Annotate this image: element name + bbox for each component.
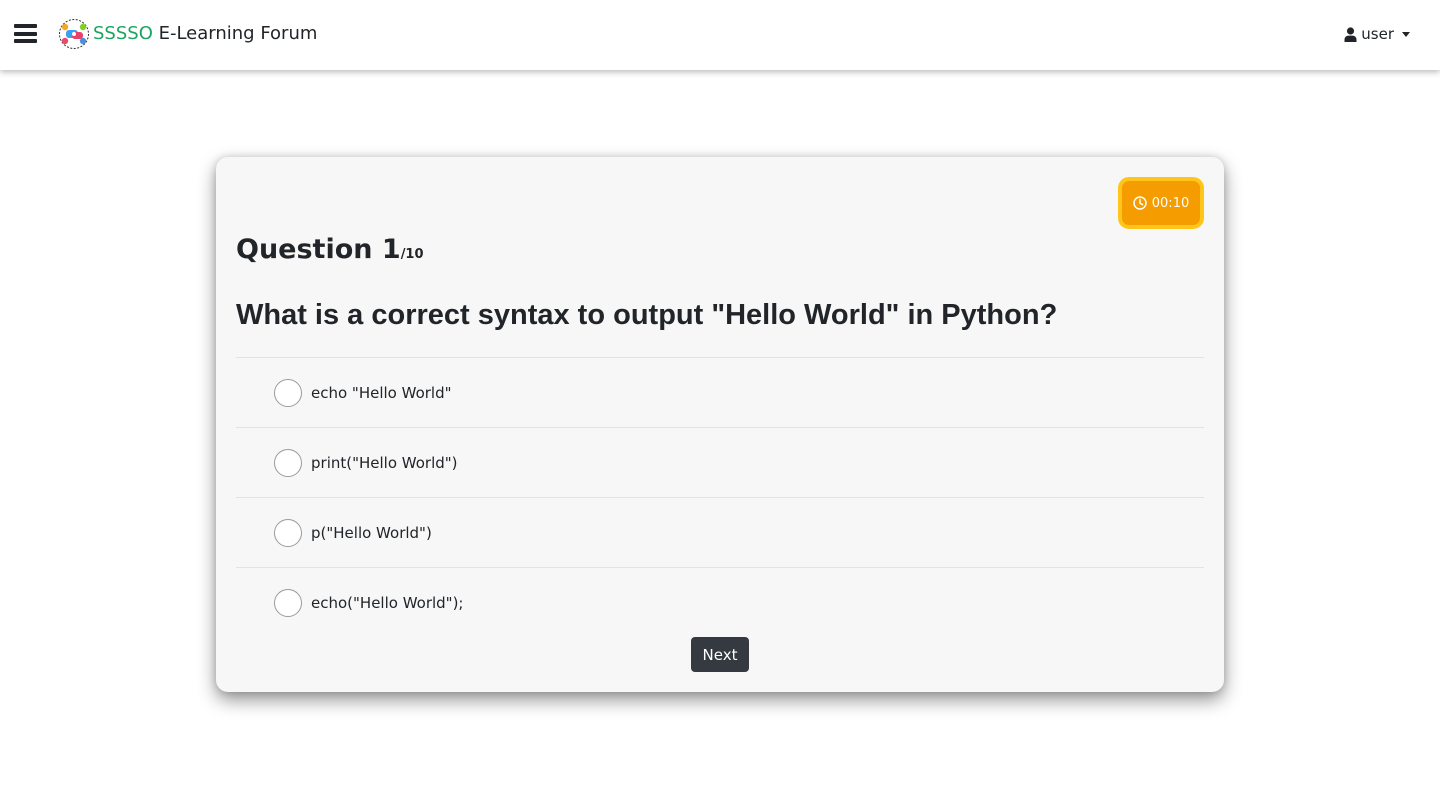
answer-option-label: echo("Hello World");: [311, 593, 464, 612]
brand-title-accent: SSSSO: [93, 23, 153, 44]
answer-option[interactable]: echo "Hello World": [236, 357, 1204, 427]
quiz-card: 00:10 Question 1/10 What is a correct sy…: [216, 157, 1224, 692]
answer-radio[interactable]: [274, 448, 302, 477]
user-dropdown[interactable]: user: [1344, 23, 1410, 45]
answer-option[interactable]: p("Hello World"): [236, 497, 1204, 567]
question-number: Question 1/10: [236, 233, 424, 272]
answer-radio[interactable]: [274, 588, 302, 617]
brand-title-rest: E-Learning Forum: [152, 23, 318, 44]
user-name: user: [1361, 25, 1394, 43]
question-text: What is a correct syntax to output "Hell…: [236, 299, 1058, 331]
answer-radio[interactable]: [274, 518, 302, 547]
next-button[interactable]: Next: [691, 637, 749, 672]
answer-options: echo "Hello World" print("Hello World") …: [236, 357, 1204, 637]
brand-link[interactable]: SSSSO E-Learning Forum: [58, 18, 317, 50]
forum-logo-icon: [59, 19, 89, 49]
brand-title: SSSSO E-Learning Forum: [93, 18, 317, 50]
timer-value: 00:10: [1151, 195, 1190, 211]
caret-down-icon: [1402, 31, 1410, 37]
clock-icon: [1133, 196, 1147, 210]
answer-option[interactable]: print("Hello World"): [236, 427, 1204, 497]
answer-option-label: echo "Hello World": [311, 383, 452, 402]
timer-badge: 00:10: [1118, 177, 1204, 229]
top-navbar: SSSSO E-Learning Forum user: [0, 0, 1440, 70]
question-number-label: Question 1: [236, 234, 401, 265]
hamburger-menu-icon[interactable]: [14, 22, 37, 45]
answer-radio[interactable]: [274, 378, 302, 407]
answer-option-label: print("Hello World"): [311, 453, 458, 472]
question-total: /10: [400, 247, 424, 262]
answer-option[interactable]: echo("Hello World");: [236, 567, 1204, 637]
answer-option-label: p("Hello World"): [311, 523, 432, 542]
user-icon: [1344, 26, 1357, 42]
